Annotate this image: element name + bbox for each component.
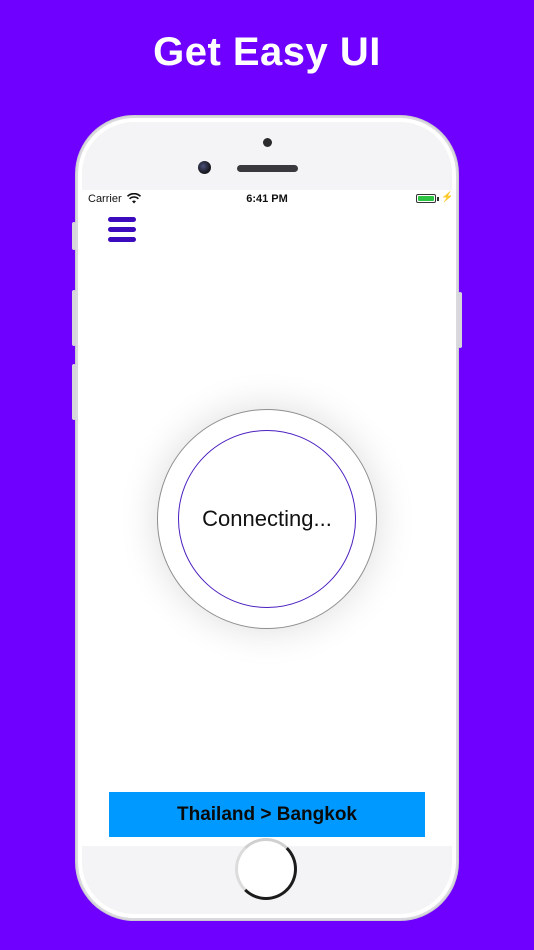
home-button[interactable] [235,838,297,900]
server-location-selector[interactable]: Thailand > Bangkok [109,792,425,837]
battery-cap [437,197,439,201]
menu-line [108,217,136,222]
front-camera-icon [198,161,211,174]
promo-page: Get Easy UI Carrier 6:41 PM ⚡ Connecting… [0,0,534,950]
status-bar: Carrier 6:41 PM ⚡ [82,190,452,210]
app-screen: Carrier 6:41 PM ⚡ Connecting... Thailand… [82,190,452,846]
connect-button[interactable]: Connecting... [157,409,377,629]
proximity-sensor [263,138,272,147]
promo-headline: Get Easy UI [153,30,381,74]
phone-volume-up [72,290,76,346]
menu-line [108,237,136,242]
menu-line [108,227,136,232]
phone-mute-switch [72,222,76,250]
phone-power-button [458,292,462,348]
status-time: 6:41 PM [246,193,288,205]
connection-status-text: Connecting... [202,506,332,531]
hamburger-menu-icon[interactable] [108,216,136,244]
earpiece-speaker [237,165,298,172]
charging-bolt-icon: ⚡ [441,192,452,203]
battery-level-fill [418,196,434,201]
phone-volume-down [72,364,76,420]
battery-icon [416,194,436,203]
